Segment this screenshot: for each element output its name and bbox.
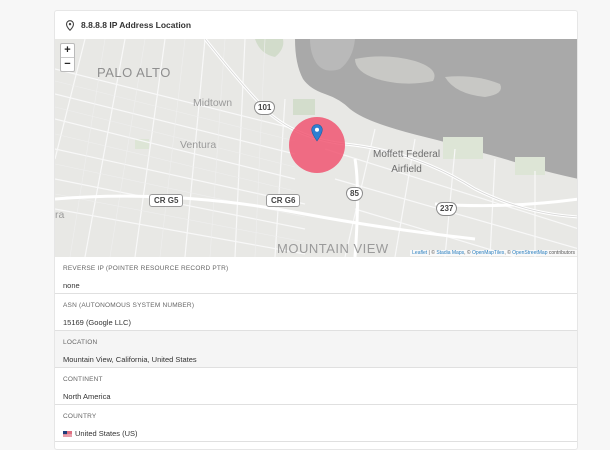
card-header: 8.8.8.8 IP Address Location: [55, 11, 577, 39]
attr-sep-1: | ©: [427, 250, 437, 256]
attr-sep-2: , ©: [464, 250, 472, 256]
detail-row-continent: CONTINENT North America: [55, 368, 577, 405]
ip-location-card: 8.8.8.8 IP Address Location + − PALO ALT…: [54, 10, 578, 450]
attr-tail: contributors: [547, 250, 575, 256]
detail-value: none: [63, 281, 571, 290]
highway-shield-237: 237: [436, 202, 458, 216]
detail-value-text: 15169 (Google LLC): [63, 318, 131, 327]
road-shield-cr-g6: CR G6: [266, 194, 301, 207]
map-label-palo-alto: PALO ALTO: [97, 65, 171, 80]
map-label-moffett-line2: Airfield: [391, 164, 422, 175]
highway-shield-101: 101: [254, 101, 276, 115]
detail-value: 15169 (Google LLC): [63, 318, 571, 327]
detail-value: North America: [63, 392, 571, 401]
highway-shield-85: 85: [346, 187, 363, 201]
openmaptiles-link[interactable]: OpenMapTiles: [472, 250, 504, 256]
detail-label: LOCATION: [63, 339, 98, 346]
map-attribution: Leaflet | © Stadia Maps, © OpenMapTiles,…: [410, 250, 577, 256]
detail-value: Mountain View, California, United States: [63, 355, 571, 364]
map-label-midtown: Midtown: [193, 97, 233, 109]
detail-value-text: North America: [63, 392, 111, 401]
zoom-control: + −: [60, 43, 75, 72]
detail-value-text: Mountain View, California, United States: [63, 355, 197, 364]
zoom-out-button[interactable]: −: [61, 57, 74, 71]
detail-value-text: none: [63, 281, 80, 290]
attr-sep-3: , ©: [504, 250, 513, 256]
detail-label: REVERSE IP (POINTER RESOURCE RECORD PTR): [63, 265, 229, 272]
leaflet-link[interactable]: Leaflet: [412, 250, 427, 256]
detail-row-country: COUNTRY United States (US): [55, 405, 577, 442]
stadia-link[interactable]: Stadia Maps: [436, 250, 464, 256]
ip-details-list: REVERSE IP (POINTER RESOURCE RECORD PTR)…: [55, 257, 577, 442]
map-label-edge: ra: [55, 209, 65, 221]
map-marker-icon[interactable]: [311, 124, 323, 142]
detail-row-reverse-ip: REVERSE IP (POINTER RESOURCE RECORD PTR)…: [55, 257, 577, 294]
detail-label: CONTINENT: [63, 376, 103, 383]
openstreetmap-link[interactable]: OpenStreetMap: [512, 250, 547, 256]
map-view[interactable]: + − PALO ALTO Midtown Ventura Moffett Fe…: [55, 39, 577, 257]
map-label-ventura: Ventura: [180, 139, 217, 151]
map-label-moffett-line1: Moffett Federal: [373, 149, 441, 160]
card-title: 8.8.8.8 IP Address Location: [81, 20, 192, 30]
detail-label: COUNTRY: [63, 413, 97, 420]
detail-label: ASN (AUTONOMOUS SYSTEM NUMBER): [63, 302, 195, 309]
road-shield-cr-g5: CR G5: [149, 194, 184, 207]
location-pin-icon: [65, 19, 75, 31]
map-label-moffett: Moffett Federal Airfield: [373, 147, 440, 177]
detail-row-asn: ASN (AUTONOMOUS SYSTEM NUMBER) 15169 (Go…: [55, 294, 577, 331]
zoom-in-button[interactable]: +: [61, 44, 74, 57]
detail-row-location: LOCATION Mountain View, California, Unit…: [55, 331, 577, 368]
map-label-mountain-view: MOUNTAIN VIEW: [277, 241, 389, 256]
